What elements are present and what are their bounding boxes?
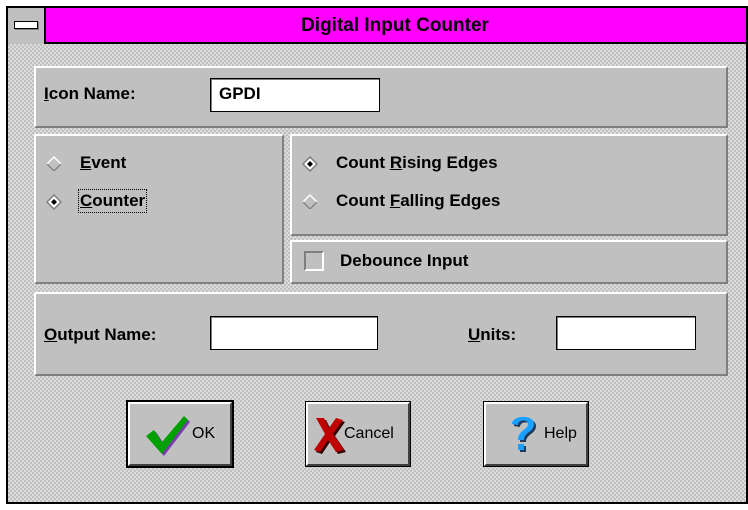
falling-label: Count Falling Edges xyxy=(336,191,501,210)
output-name-input[interactable] xyxy=(210,316,378,350)
counter-radio-icon xyxy=(46,194,62,210)
count-falling-edges-radio[interactable]: Count Falling Edges xyxy=(302,190,582,214)
debounce-label: Debounce Input xyxy=(340,251,469,270)
units-label: Units: xyxy=(468,325,517,344)
icon-name-label: Icon Name: xyxy=(44,84,136,103)
icon-name-panel: Icon Name: GPDI xyxy=(34,66,728,128)
window-title: Digital Input Counter xyxy=(301,15,489,36)
counter-radio[interactable]: Counter xyxy=(46,189,196,214)
rising-radio-icon xyxy=(302,156,318,172)
mode-panel: Event Counter xyxy=(34,134,284,284)
icon-name-input[interactable]: GPDI xyxy=(210,78,380,112)
count-rising-edges-radio[interactable]: Count Rising Edges xyxy=(302,152,582,176)
dialog-window: Digital Input Counter Icon Name: GPDI Ev… xyxy=(6,6,748,504)
red-x-icon xyxy=(312,416,346,459)
event-label: Event xyxy=(80,153,127,172)
falling-radio-icon xyxy=(302,194,318,210)
title-bar[interactable]: Digital Input Counter xyxy=(8,8,746,44)
cancel-label: Cancel xyxy=(344,425,394,442)
system-menu-icon xyxy=(14,21,38,29)
counter-label: Counter xyxy=(77,189,148,213)
rising-label: Count Rising Edges xyxy=(336,153,498,172)
output-panel: Output Name: Units: xyxy=(34,292,728,376)
units-input[interactable] xyxy=(556,316,696,350)
ok-button[interactable]: OK xyxy=(128,402,232,466)
event-radio-icon xyxy=(46,156,62,172)
debounce-checkbox-box xyxy=(304,251,324,271)
help-button[interactable]: Help xyxy=(484,402,588,466)
checkmark-icon xyxy=(144,414,190,461)
edge-panel: Count Rising Edges Count Falling Edges xyxy=(290,134,728,236)
debounce-checkbox[interactable]: Debounce Input xyxy=(304,250,544,274)
output-name-label: Output Name: xyxy=(44,325,157,344)
help-label: Help xyxy=(544,425,577,442)
event-radio[interactable]: Event xyxy=(46,152,166,176)
cancel-button[interactable]: Cancel xyxy=(306,402,410,466)
ok-label: OK xyxy=(192,425,216,442)
system-menu-button[interactable] xyxy=(8,8,46,44)
debounce-panel: Debounce Input xyxy=(290,240,728,284)
question-mark-icon xyxy=(508,412,538,461)
